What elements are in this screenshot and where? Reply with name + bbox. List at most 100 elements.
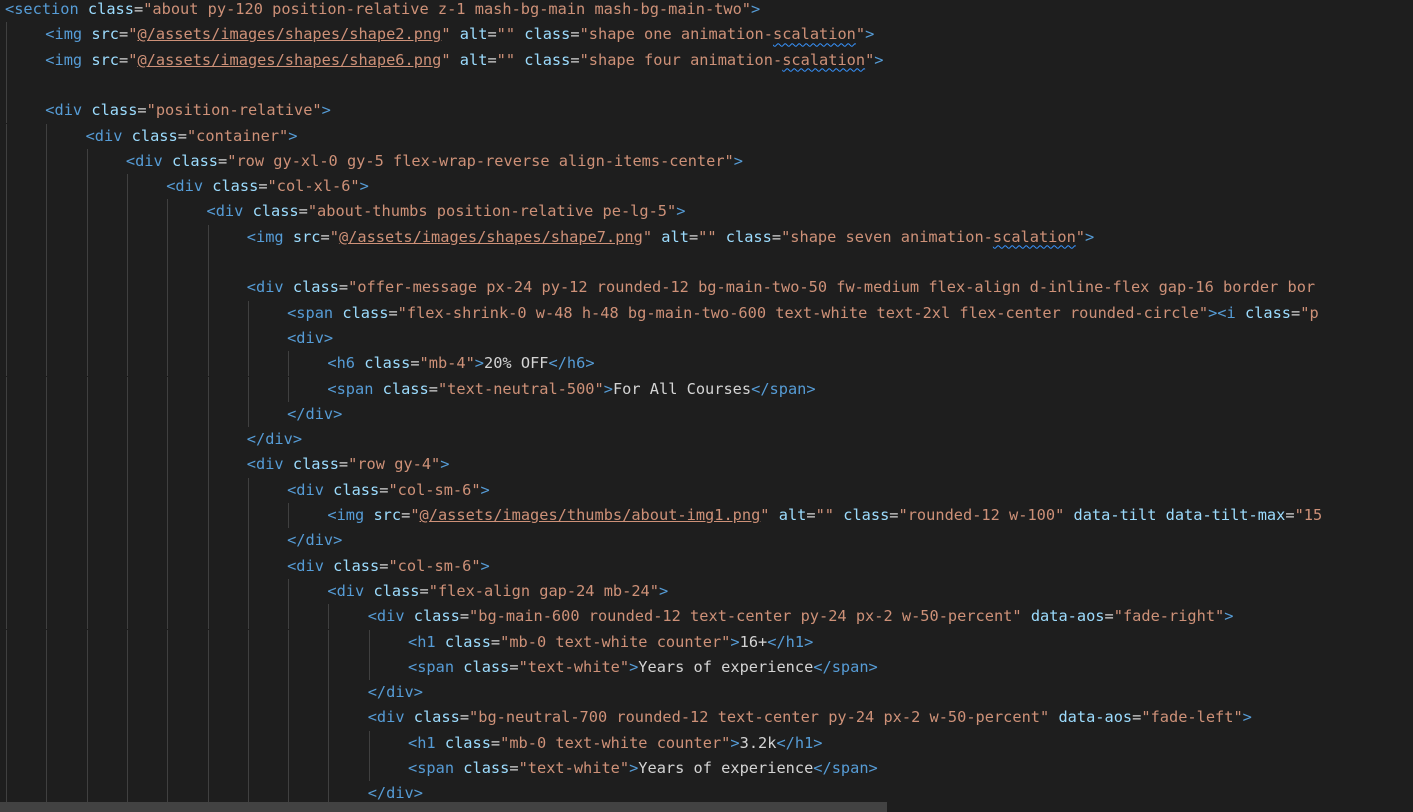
indent-guide: [167, 680, 169, 706]
indent-guide: [6, 401, 7, 428]
indent-guide: [328, 604, 330, 630]
code-line[interactable]: <h6 class="mb-4">20% OFF</h6>: [327, 351, 594, 376]
code-token: >: [359, 177, 369, 196]
code-token: <div: [367, 708, 405, 727]
code-token: "about py-120 position-relative z-1 mash…: [143, 0, 752, 18]
code-token: </div>: [287, 531, 343, 550]
code-line[interactable]: </div>: [368, 680, 423, 705]
code-token: "col-sm-6": [388, 480, 481, 499]
indent-guide: [288, 503, 290, 529]
code-line[interactable]: </div>: [247, 427, 302, 452]
code-line[interactable]: <div>: [287, 326, 333, 351]
code-line[interactable]: <h1 class="mb-0 text-white counter">16+<…: [408, 630, 813, 655]
code-line[interactable]: <img src="@/assets/images/shapes/shape7.…: [247, 225, 1094, 250]
indent-guide: [207, 224, 209, 250]
code-line[interactable]: <h1 class="mb-0 text-white counter">3.2k…: [408, 731, 823, 756]
indent-guide: [46, 148, 48, 175]
indent-guide: [288, 705, 290, 731]
indent-guide: [46, 654, 48, 681]
code-token: <div: [45, 101, 83, 120]
code-token: <div: [85, 126, 123, 145]
indent-guide: [86, 756, 88, 782]
indent-guide: [46, 528, 48, 554]
indent-guide: [167, 705, 169, 731]
indent-guide: [167, 427, 169, 453]
code-line[interactable]: <img src="@/assets/images/shapes/shape6.…: [45, 48, 883, 73]
code-token: </span>: [813, 657, 878, 676]
code-token: class: [292, 455, 339, 474]
code-line[interactable]: <div class="container">: [86, 124, 298, 149]
indent-guide: [207, 427, 209, 453]
indent-guide: [86, 730, 88, 756]
indent-guide: [126, 604, 128, 630]
code-line[interactable]: </div>: [287, 528, 342, 553]
code-token: "mb-0 text-white counter": [500, 733, 731, 752]
code-token: =: [258, 177, 268, 196]
indent-guide: [86, 680, 88, 706]
code-token: "flex-shrink-0 w-48 h-48 bg-main-two-600…: [397, 303, 1209, 322]
code-line[interactable]: <div class="bg-main-600 rounded-12 text-…: [368, 604, 1234, 629]
indent-guide: [6, 730, 7, 756]
code-token: <div: [125, 151, 163, 170]
code-token: >: [288, 126, 298, 145]
code-token: =: [338, 278, 349, 297]
indent-guide: [328, 705, 330, 731]
code-token: class: [463, 759, 510, 777]
code-line[interactable]: <span class="text-neutral-500">For All C…: [327, 377, 815, 402]
code-line[interactable]: </div>: [287, 402, 342, 427]
code-line[interactable]: <div class="about-thumbs position-relati…: [207, 199, 686, 224]
code-line[interactable]: <div class="col-xl-6">: [166, 174, 369, 199]
code-token: >: [676, 202, 686, 221]
code-line[interactable]: <div class="row gy-xl-0 gy-5 flex-wrap-r…: [126, 149, 743, 174]
code-line[interactable]: <div class="position-relative">: [45, 98, 331, 123]
code-token: </div>: [287, 404, 343, 423]
indent-guide: [207, 680, 209, 706]
code-token: ><i: [1208, 303, 1236, 322]
indent-guide: [46, 756, 48, 782]
indent-guide: [247, 528, 249, 554]
code-token: =: [218, 151, 228, 170]
code-line[interactable]: <div class="row gy-4">: [247, 452, 450, 477]
code-line[interactable]: <div class="flex-align gap-24 mb-24">: [327, 579, 668, 604]
indent-guide: [6, 250, 7, 276]
code-line[interactable]: <div class="col-sm-6">: [287, 478, 490, 503]
indent-guide: [328, 730, 330, 756]
code-token: "fade-right": [1113, 607, 1225, 626]
code-token: class: [333, 556, 380, 575]
code-line[interactable]: <img src="@/assets/images/thumbs/about-i…: [327, 503, 1322, 528]
code-token: >: [1242, 708, 1252, 727]
code-token: ": [760, 506, 770, 524]
indent-guide: [6, 680, 7, 706]
code-line[interactable]: <span class="flex-shrink-0 w-48 h-48 bg-…: [287, 301, 1319, 326]
code-line[interactable]: <span class="text-white">Years of experi…: [408, 655, 878, 680]
code-token: <img: [327, 506, 365, 524]
code-token: class: [463, 657, 510, 676]
code-line[interactable]: <div class="bg-neutral-700 rounded-12 te…: [368, 705, 1252, 730]
code-token: class: [444, 632, 491, 651]
indent-guide: [207, 250, 209, 276]
code-line[interactable]: <div class="offer-message px-24 py-12 ro…: [247, 275, 1315, 300]
code-editor[interactable]: <section class="about py-120 position-re…: [0, 0, 1413, 812]
code-token: <div: [206, 202, 244, 221]
code-line[interactable]: <span class="text-white">Years of experi…: [408, 756, 878, 781]
code-token: class: [364, 354, 411, 373]
horizontal-scrollbar[interactable]: [0, 802, 887, 812]
indent-guide: [126, 250, 128, 276]
indent-guide: [126, 503, 128, 529]
code-line[interactable]: <section class="about py-120 position-re…: [5, 0, 760, 22]
indent-guide: [207, 503, 209, 529]
code-token: data-tilt-max: [1165, 506, 1286, 524]
code-token: "offer-message px-24 py-12 rounded-12 bg…: [348, 278, 1316, 297]
code-token: class: [413, 708, 460, 727]
indent-guide: [207, 325, 209, 352]
code-token: </div>: [367, 784, 423, 803]
indent-guide: [288, 680, 290, 706]
indent-guide: [126, 629, 128, 655]
code-line[interactable]: <div class="col-sm-6">: [287, 554, 490, 579]
code-line[interactable]: <img src="@/assets/images/shapes/shape2.…: [45, 22, 874, 47]
